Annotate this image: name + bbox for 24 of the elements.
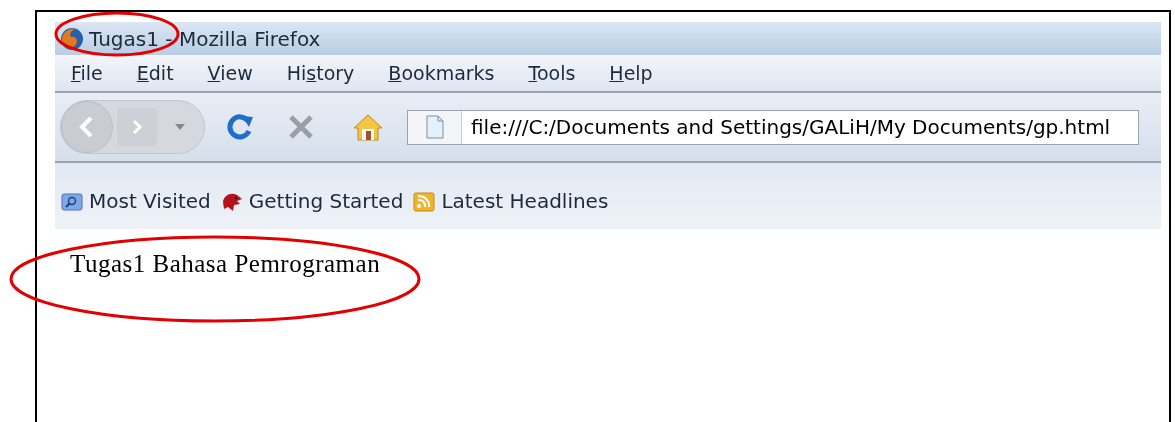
menu-item[interactable]: History: [286, 58, 355, 88]
home-icon[interactable]: [353, 113, 383, 141]
address-field[interactable]: file:///C:/Documents and Settings/GALiH/My Documents/gp.html: [407, 109, 1139, 145]
menu-item[interactable]: Help: [609, 58, 653, 88]
dropdown-caret-icon[interactable]: [175, 124, 185, 130]
stop-icon[interactable]: [287, 113, 315, 141]
bookmark-link[interactable]: Most Visited: [89, 186, 211, 216]
bookmark-link[interactable]: Latest Headlines: [441, 186, 609, 216]
window-title: Tugas1 - Mozilla Firefox: [89, 25, 321, 53]
reload-icon[interactable]: [225, 112, 255, 142]
folder-icon: [61, 190, 83, 212]
firefox-logo-icon: [59, 25, 85, 52]
page-heading-text: Tugas1 Bahasa Pemrograman: [70, 250, 381, 277]
menu-item[interactable]: File: [71, 58, 103, 88]
rss-feed-icon: [413, 190, 436, 212]
menu-item[interactable]: Tools: [528, 58, 576, 88]
page-icon: [425, 115, 444, 139]
url-text: file:///C:/Documents and Settings/GALiH/My Documents/gp.html: [471, 114, 1111, 141]
menu-item[interactable]: Bookmarks: [388, 58, 495, 88]
back-button[interactable]: [61, 101, 113, 153]
forward-button[interactable]: [117, 108, 157, 146]
menu-item[interactable]: Edit: [136, 58, 174, 88]
menu-item[interactable]: View: [207, 58, 253, 88]
bookmark-link[interactable]: Getting Started: [248, 186, 404, 216]
